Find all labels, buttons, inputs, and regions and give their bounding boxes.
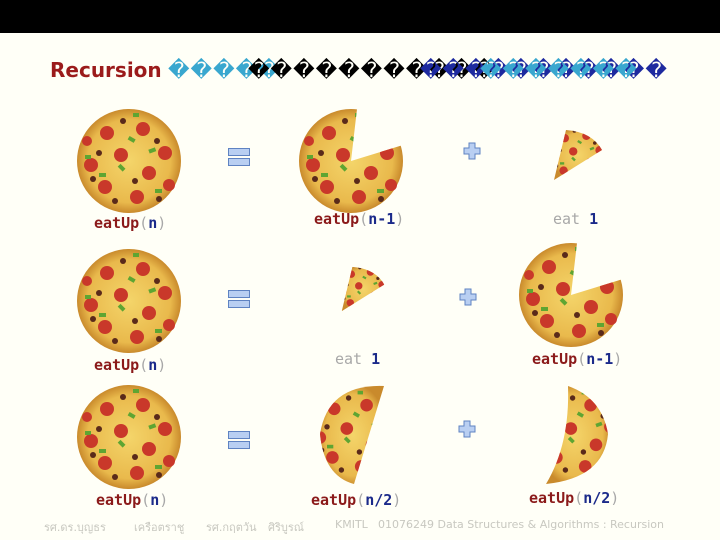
argument: n-1 bbox=[586, 350, 614, 368]
argument: 1 bbox=[589, 210, 599, 228]
pizza-single-slice bbox=[554, 130, 602, 180]
slide-title: Recursion ����� ����������� ����������� … bbox=[50, 58, 667, 84]
pizza-single-slice bbox=[341, 266, 385, 312]
plus-icon bbox=[463, 142, 481, 160]
function-name: eatUp bbox=[529, 489, 575, 507]
function-name: eatUp bbox=[314, 210, 360, 228]
eat-keyword: eat bbox=[335, 350, 363, 368]
paren-open: ( bbox=[141, 491, 151, 509]
paren-open: ( bbox=[574, 489, 584, 507]
paren-close: ) bbox=[159, 491, 169, 509]
row2-lhs-label: eatUp(n) bbox=[94, 356, 166, 374]
paren-close: ) bbox=[157, 214, 167, 232]
footer-author1: รศ.ดร.บุญธร bbox=[44, 521, 106, 534]
argument: n/2 bbox=[583, 489, 611, 507]
function-name: eatUp bbox=[96, 491, 142, 509]
paren-close: ) bbox=[613, 350, 623, 368]
paren-open: ( bbox=[359, 210, 369, 228]
paren-close: ) bbox=[395, 210, 405, 228]
function-name: eatUp bbox=[94, 214, 140, 232]
row2-term1-label: eat 1 bbox=[335, 350, 380, 368]
function-name: eatUp bbox=[311, 491, 357, 509]
row3-term2-label: eatUp(n/2) bbox=[529, 489, 619, 507]
footer-author2-last: ศิริบูรณ์ bbox=[268, 521, 304, 534]
row2-term2-label: eatUp(n-1) bbox=[532, 350, 622, 368]
title-prefix: Recursion bbox=[50, 58, 162, 82]
title-garbled-text-4: ������� bbox=[480, 58, 638, 82]
row3-lhs-label: eatUp(n) bbox=[96, 491, 168, 509]
row1-term2-label: eat 1 bbox=[553, 210, 598, 228]
argument: n bbox=[148, 214, 158, 232]
footer-author1-last: เครือตราชู bbox=[134, 521, 185, 534]
paren-open: ( bbox=[139, 356, 149, 374]
row1-lhs-label: eatUp(n) bbox=[94, 214, 166, 232]
top-black-bar bbox=[0, 0, 720, 33]
paren-open: ( bbox=[577, 350, 587, 368]
row1-term1-label: eatUp(n-1) bbox=[314, 210, 404, 228]
equals-icon bbox=[228, 431, 250, 449]
argument: n/2 bbox=[365, 491, 393, 509]
equals-icon bbox=[228, 290, 250, 308]
paren-close: ) bbox=[157, 356, 167, 374]
pizza-missing-slice bbox=[299, 109, 403, 213]
paren-close: ) bbox=[610, 489, 620, 507]
eat-keyword: eat bbox=[553, 210, 581, 228]
pizza-whole bbox=[77, 249, 181, 353]
function-name: eatUp bbox=[94, 356, 140, 374]
argument: 1 bbox=[371, 350, 381, 368]
paren-open: ( bbox=[139, 214, 149, 232]
plus-icon bbox=[459, 288, 477, 306]
paren-open: ( bbox=[356, 491, 366, 509]
footer-course: 01076249 Data Structures & Algorithms : … bbox=[378, 518, 664, 531]
pizza-whole bbox=[77, 385, 181, 489]
pizza-half-left bbox=[320, 385, 384, 484]
pizza-whole bbox=[77, 109, 181, 213]
argument: n-1 bbox=[368, 210, 396, 228]
plus-icon bbox=[458, 420, 476, 438]
function-name: eatUp bbox=[532, 350, 578, 368]
footer-institution: KMITL bbox=[335, 518, 368, 531]
pizza-missing-slice bbox=[519, 243, 623, 347]
pizza-half-right bbox=[546, 386, 608, 484]
argument: n bbox=[150, 491, 160, 509]
row3-term1-label: eatUp(n/2) bbox=[311, 491, 401, 509]
paren-close: ) bbox=[392, 491, 402, 509]
equals-icon bbox=[228, 148, 250, 166]
footer-author2: รศ.กฤตวัน bbox=[206, 521, 257, 534]
argument: n bbox=[148, 356, 158, 374]
